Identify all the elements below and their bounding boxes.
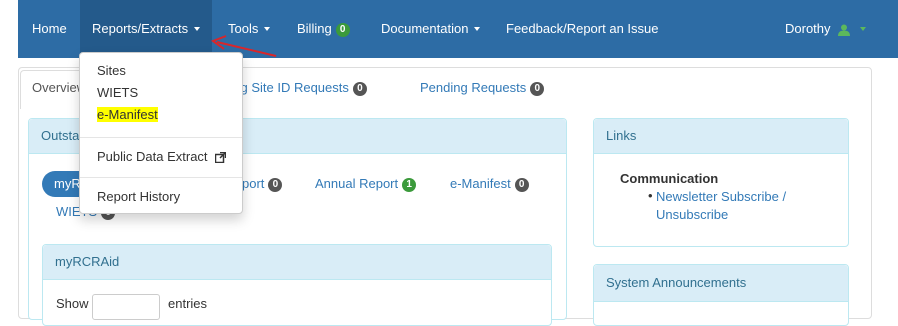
nav-documentation[interactable]: Documentation (381, 0, 481, 58)
entries-select[interactable] (92, 294, 160, 320)
show-label: Show (56, 296, 89, 311)
panel-title: Links (606, 128, 637, 143)
menu-item-label: e-Manifest (97, 107, 158, 122)
outstanding-link-e-manifest[interactable]: e-Manifest 0 (450, 176, 529, 192)
nav-billing[interactable]: Billing 0 (297, 0, 350, 58)
bullet-icon: • (648, 188, 653, 203)
pill-label: myR (54, 176, 81, 191)
entries-text: entries (168, 296, 208, 311)
link-label: port (242, 176, 265, 191)
chevron-down-icon (194, 26, 201, 31)
chevron-down-icon (474, 26, 481, 31)
menu-item-label: Sites (97, 63, 126, 78)
link-label: e-Manifest (450, 176, 511, 191)
system-announcements-panel: System Announcements (593, 264, 849, 326)
menu-item-sites[interactable]: Sites (97, 63, 126, 78)
tab-label: Pending Requests (420, 80, 527, 95)
nav-reports-label: Reports/Extracts (92, 21, 189, 36)
panel-heading: Links (594, 119, 848, 154)
count-badge: 0 (268, 177, 283, 192)
menu-divider (80, 137, 242, 138)
tab-pending-requests[interactable]: Pending Requests 0 (420, 80, 545, 96)
count-badge: 0 (530, 81, 545, 96)
nav-feedback[interactable]: Feedback/Report an Issue (506, 0, 658, 58)
nav-tools[interactable]: Tools (228, 0, 271, 58)
nav-billing-label: Billing (297, 21, 332, 36)
link-label: Annual Report (315, 176, 399, 191)
count-badge: 1 (402, 177, 417, 192)
nav-tools-label: Tools (228, 21, 259, 36)
nav-home[interactable]: Home (32, 0, 67, 58)
menu-item-label: Public Data Extract (97, 149, 208, 164)
entries-label: entries (168, 296, 207, 311)
menu-item-label: Report History (97, 189, 181, 204)
panel-title: System Announcements (606, 275, 747, 290)
nav-feedback-label: Feedback/Report an Issue (506, 21, 659, 36)
external-link-icon (214, 151, 227, 164)
chevron-down-icon (859, 26, 866, 31)
menu-item-wiets[interactable]: WIETS (97, 85, 138, 100)
show-text: Show (56, 296, 89, 311)
user-name: Dorothy (785, 21, 831, 36)
count-badge: 0 (352, 81, 367, 96)
count-badge: 0 (514, 177, 529, 192)
chevron-down-icon (264, 26, 271, 31)
billing-count-badge: 0 (335, 22, 350, 37)
outstanding-link-annual-report[interactable]: Annual Report 1 (315, 176, 417, 192)
menu-item-label: WIETS (97, 85, 139, 100)
nav-user-menu[interactable]: Dorothy (785, 0, 866, 58)
communication-heading: Communication (620, 171, 719, 186)
panel-heading: System Announcements (594, 265, 848, 302)
panel-heading: myRCRAid (43, 245, 551, 280)
newsletter-subscribe-link[interactable]: Newsletter Subscribe / Unsubscribe (656, 188, 806, 224)
menu-item-public-data-extract[interactable]: Public Data Extract (97, 149, 227, 164)
nav-documentation-label: Documentation (381, 21, 469, 36)
menu-divider (80, 177, 242, 178)
nav-home-label: Home (32, 21, 67, 36)
user-icon (838, 24, 851, 36)
reports-extracts-dropdown: Sites WIETS e-Manifest Public Data Extra… (79, 52, 243, 214)
menu-item-e-manifest[interactable]: e-Manifest (97, 107, 158, 122)
outstanding-link-report[interactable]: port 0 (242, 176, 283, 192)
panel-title: myRCRAid (55, 254, 120, 269)
nav-reports-extracts[interactable]: Reports/Extracts (80, 0, 213, 58)
menu-item-report-history[interactable]: Report History (97, 189, 180, 204)
